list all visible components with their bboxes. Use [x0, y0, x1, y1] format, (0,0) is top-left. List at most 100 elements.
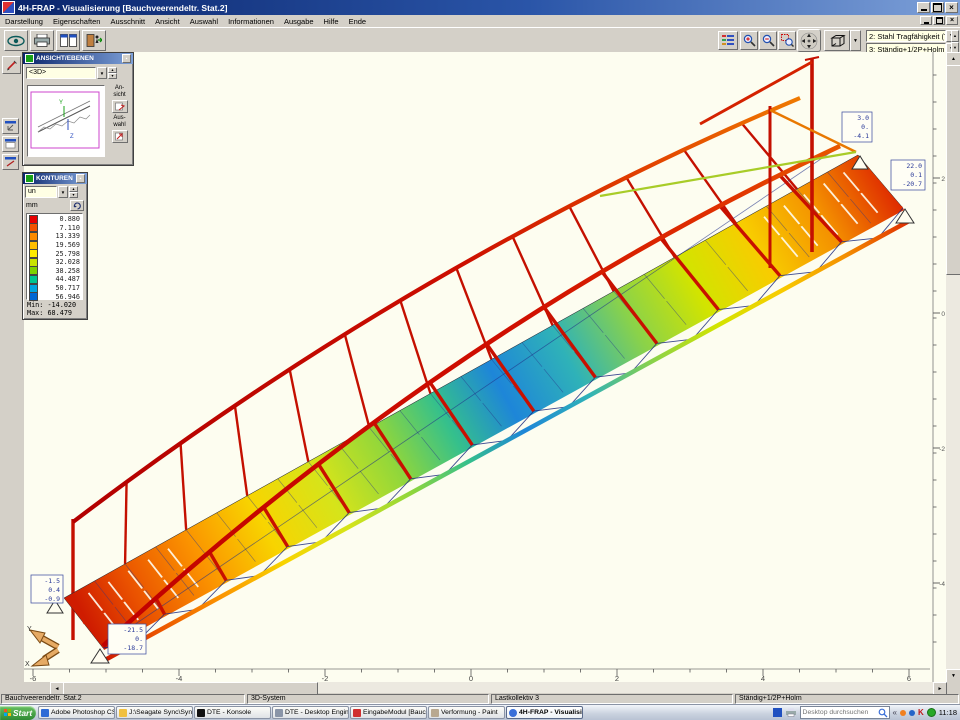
node-value: 0.: [135, 635, 143, 643]
konturen-panel[interactable]: KONTUREN ▪ un ▼ ▲ ▼ mm 0.880 7.110 13.33…: [22, 172, 88, 320]
photoshop-icon: [41, 709, 49, 717]
right-ruler-labels: 2 0 -2 -4: [939, 176, 945, 588]
layer-list-icon: [722, 35, 734, 46]
preview-y-axis-label: Y: [59, 100, 63, 106]
menu-ansicht[interactable]: Ansicht: [150, 17, 185, 26]
auswahl-apply-button[interactable]: [112, 130, 128, 143]
menu-ausschnitt[interactable]: Ausschnitt: [105, 17, 150, 26]
panel-shortcut-axes-button[interactable]: [2, 118, 19, 134]
unit-label: mm: [26, 202, 38, 209]
window-panels-icon: [60, 34, 77, 47]
view-selector-dropdown[interactable]: ▼: [97, 67, 107, 79]
mini-axes-icon: [5, 121, 16, 131]
layer-list-button[interactable]: [718, 31, 738, 50]
support-near-left: [91, 649, 109, 663]
tray-k-icon[interactable]: K: [918, 708, 924, 717]
zoom-window-button[interactable]: [778, 31, 796, 50]
ansicht-ebenen-panel[interactable]: ANSICHT/EBENEN ▪ <3D> ▼ ▲ ▼ Y Z: [22, 52, 134, 166]
eye-icon: [7, 35, 25, 47]
taskbar-item-photoshop[interactable]: Adobe Photoshop CS3 E...: [38, 706, 115, 719]
view-eye-button[interactable]: [4, 30, 28, 51]
scroll-down-icon[interactable]: ▼: [946, 669, 960, 683]
tray-expand-icon[interactable]: «: [893, 708, 897, 717]
quantity-dropdown[interactable]: ▼: [58, 186, 68, 198]
windows-flag-icon: [4, 709, 11, 716]
zoom-out-button[interactable]: [759, 31, 777, 50]
toolbar: ▼ 2: Stahl Tragfähigkeit (Th. 2. O ▼ 3: …: [0, 27, 960, 52]
system-tray: « K 11:18: [773, 706, 960, 719]
result-case-combo[interactable]: 2: Stahl Tragfähigkeit (Th. 2. O ▼: [866, 30, 957, 42]
start-button[interactable]: Start: [0, 706, 36, 720]
desktop-search-box[interactable]: [800, 706, 890, 719]
minimize-button[interactable]: [917, 2, 930, 13]
view-spin-down[interactable]: ▼: [108, 73, 117, 79]
menu-darstellung[interactable]: Darstellung: [0, 17, 48, 26]
maximize-button[interactable]: [931, 2, 944, 13]
tray-app-icon-orange[interactable]: [900, 710, 906, 716]
zoom-in-button[interactable]: [740, 31, 758, 50]
exit-button[interactable]: [82, 30, 106, 51]
tray-language-icon[interactable]: [773, 708, 782, 717]
search-icon[interactable]: [878, 708, 888, 718]
app-icon: [2, 1, 15, 14]
zoom-out-icon: [762, 34, 775, 47]
spinner-up-icon[interactable]: ▲: [951, 30, 959, 42]
x-tick: -2: [322, 674, 329, 682]
taskbar-item-dte-desktop[interactable]: DTE - Desktop Engineeri...: [272, 706, 349, 719]
unit-settings-button[interactable]: [70, 200, 84, 211]
camera-arrow-icon: [115, 102, 125, 111]
tray-status-icon-green[interactable]: [927, 708, 936, 717]
contour-max-value: 68.479: [47, 309, 72, 317]
panel-shortcut-measure-button[interactable]: [2, 154, 19, 170]
zoom-in-icon: [743, 34, 756, 47]
contour-scale-item: 13.339: [27, 232, 82, 241]
menu-hilfe[interactable]: Hilfe: [319, 17, 344, 26]
contour-scale-item: 32.028: [27, 258, 82, 267]
taskbar-item-paint[interactable]: Verformung - Paint: [428, 706, 505, 719]
panel-shortcut-view-button[interactable]: [2, 136, 19, 152]
taskbar-item-4h-frap[interactable]: 4H-FRAP - Visualisier...: [506, 706, 583, 719]
start-label: Start: [13, 708, 32, 718]
konturen-panel-titlebar[interactable]: KONTUREN ▪: [23, 173, 87, 184]
ansicht-panel-menu-button[interactable]: ▪: [122, 54, 131, 63]
vertical-scroll-thumb[interactable]: [946, 65, 960, 275]
vertical-scrollbar[interactable]: ▲ ▼: [946, 52, 960, 682]
menu-auswahl[interactable]: Auswahl: [185, 17, 223, 26]
3d-model-canvas[interactable]: -21.5 0. -18.7 -1.5 0.4 -0.9 22.0 0.1 -2…: [24, 52, 946, 682]
windows-button[interactable]: [56, 30, 80, 51]
view-selector-value: <3D>: [26, 67, 96, 79]
x-tick: 0: [469, 674, 473, 682]
child-minimize-button[interactable]: [920, 16, 932, 25]
view-cube-button[interactable]: [824, 30, 850, 51]
konturen-panel-close-button[interactable]: ▪: [76, 174, 85, 183]
node-value: -20.7: [902, 180, 922, 188]
view-preview-thumbnail[interactable]: Y Z: [27, 85, 105, 157]
scroll-up-icon[interactable]: ▲: [946, 52, 960, 66]
far-hangers: [125, 123, 797, 564]
child-restore-button[interactable]: [933, 16, 945, 25]
menu-ende[interactable]: Ende: [344, 17, 372, 26]
child-close-button[interactable]: ×: [946, 16, 958, 25]
pan-control[interactable]: [797, 29, 821, 52]
menu-informationen[interactable]: Informationen: [223, 17, 279, 26]
taskbar-item-explorer[interactable]: J:\Seagate Sync\SyncRe...: [116, 706, 193, 719]
tray-printer-icon[interactable]: [785, 708, 797, 717]
horizontal-scrollbar[interactable]: ◄ ►: [0, 682, 960, 694]
mini-pen-icon: [5, 157, 16, 167]
search-input[interactable]: [801, 708, 878, 717]
view-cube-dropdown[interactable]: ▼: [850, 30, 861, 51]
print-button[interactable]: [30, 30, 54, 51]
taskbar-item-dte-konsole[interactable]: DTE - Konsole: [194, 706, 271, 719]
taskbar-item-eingabemodul[interactable]: EingabeModul [Bauchvee...: [350, 706, 427, 719]
quantity-spin-down[interactable]: ▼: [69, 192, 78, 198]
node-value: -18.7: [123, 644, 143, 652]
ansicht-apply-button[interactable]: [112, 100, 128, 113]
menu-ausgabe[interactable]: Ausgabe: [279, 17, 319, 26]
cube-3d-icon: [828, 34, 846, 48]
close-button[interactable]: ×: [945, 2, 958, 13]
title-bar[interactable]: 4H-FRAP - Visualisierung [Bauchveerendel…: [0, 0, 960, 15]
tray-app-icon-blue[interactable]: [909, 710, 915, 716]
ansicht-panel-titlebar[interactable]: ANSICHT/EBENEN ▪: [23, 53, 133, 64]
menu-eigenschaften[interactable]: Eigenschaften: [48, 17, 106, 26]
edit-pen-button[interactable]: [2, 56, 21, 74]
